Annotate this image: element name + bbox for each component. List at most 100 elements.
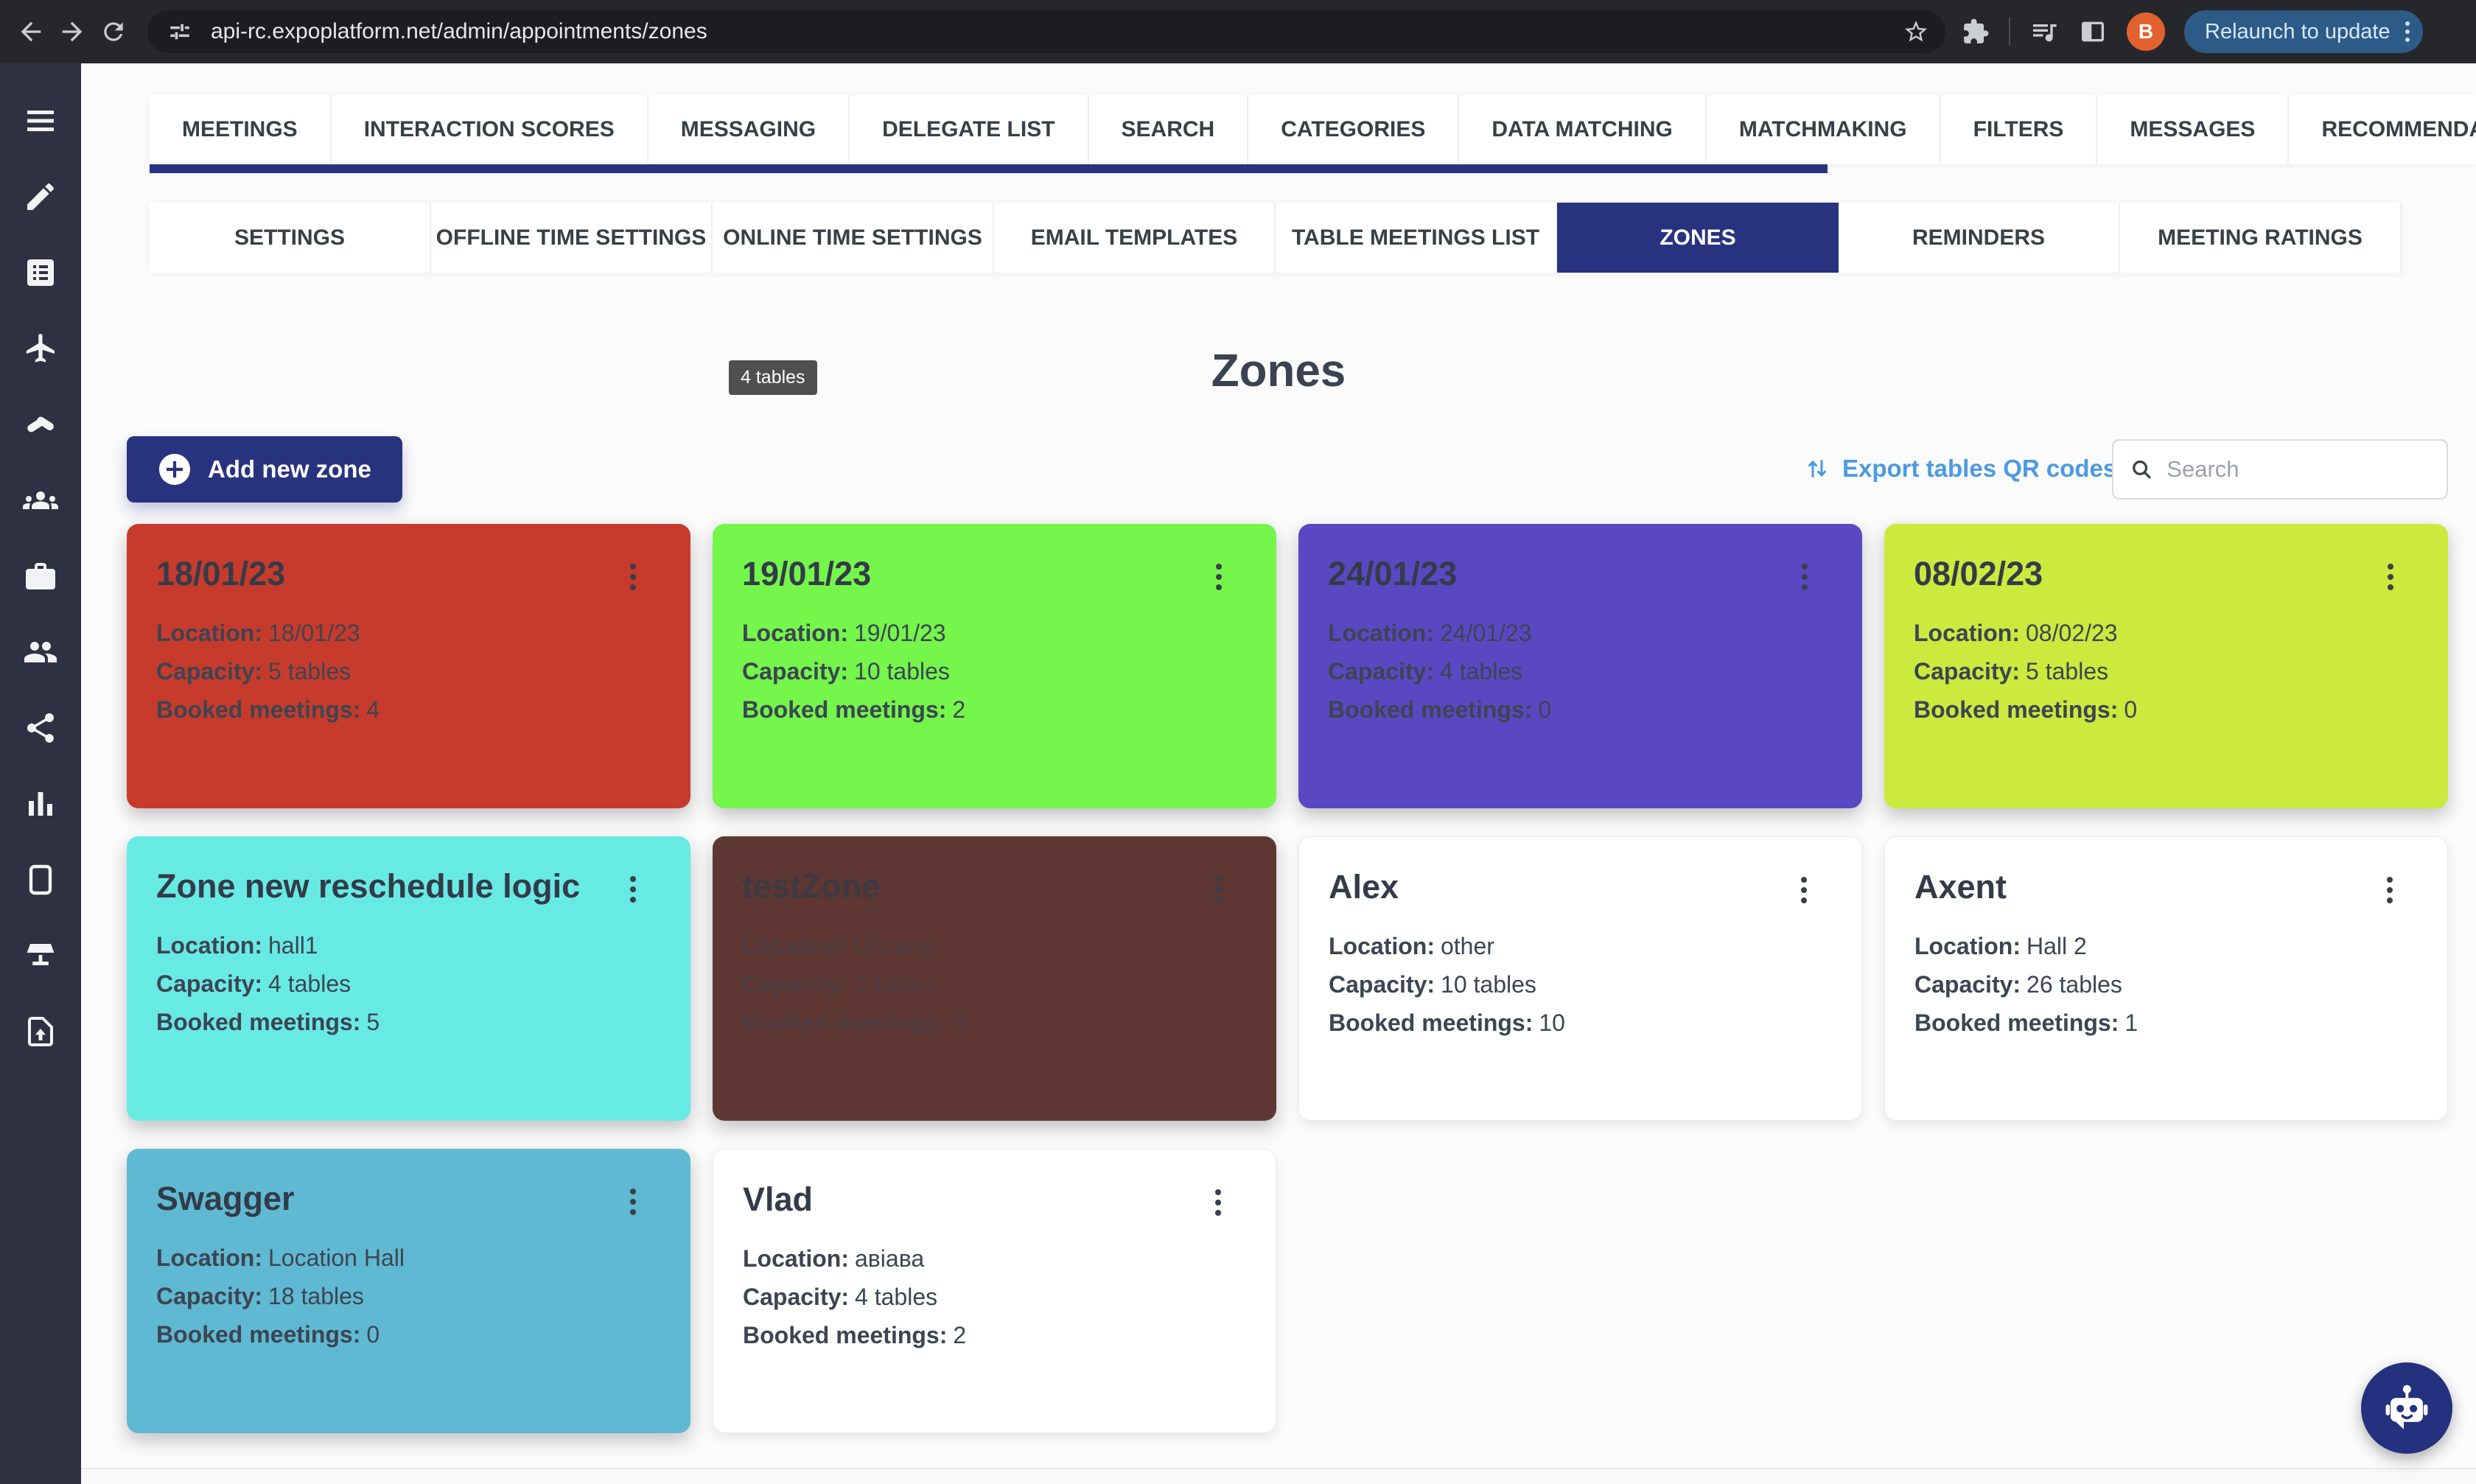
nav-scroll-indicator[interactable] (150, 164, 1828, 173)
sidebar-item-analytics[interactable] (0, 766, 81, 841)
zone-booked-meetings: 2 (953, 1322, 966, 1348)
tune-icon (167, 19, 192, 44)
sidebar-item-edit[interactable] (0, 158, 81, 234)
zone-menu-icon[interactable] (1204, 869, 1234, 910)
extensions-icon[interactable] (1962, 18, 1990, 46)
url-text[interactable]: api-rc.expoplatform.net/admin/appointmen… (211, 19, 1903, 44)
zone-name: 08/02/23 (1914, 555, 2419, 593)
sidebar-item-attendees[interactable] (0, 614, 81, 690)
tab-meeting-ratings[interactable]: MEETING RATINGS (2120, 203, 2402, 273)
tab-meetings[interactable]: MEETINGS (150, 95, 332, 164)
sidebar-item-menu[interactable] (0, 83, 81, 158)
zone-details: Location:24/01/23 Capacity:4 tables Book… (1328, 621, 1833, 722)
zone-menu-icon[interactable] (1790, 556, 1819, 598)
zone-booked-meetings: 10 (1539, 1009, 1565, 1036)
tab-zones[interactable]: ZONES (1557, 203, 1839, 273)
tab-messaging[interactable]: MESSAGING (648, 95, 850, 164)
tab-filters[interactable]: FILTERS (1941, 95, 2098, 164)
tab-search[interactable]: SEARCH (1089, 95, 1249, 164)
side-panel-icon[interactable] (2078, 17, 2108, 46)
handshake-icon (23, 407, 58, 442)
zone-location: 18/01/23 (268, 620, 360, 646)
address-bar[interactable]: api-rc.expoplatform.net/admin/appointmen… (147, 10, 1945, 53)
bar-chart-icon (23, 786, 58, 822)
media-controls-icon[interactable] (2029, 17, 2059, 46)
sidebar-item-exhibitors[interactable] (0, 538, 81, 614)
zone-location: Ukraine (854, 932, 935, 959)
pencil-icon (23, 179, 58, 214)
add-new-zone-button[interactable]: Add new zone (127, 436, 402, 503)
zone-name: 24/01/23 (1328, 555, 1833, 593)
tab-table-meetings-list[interactable]: TABLE MEETINGS LIST (1276, 203, 1557, 273)
tab-reminders[interactable]: REMINDERS (1839, 203, 2120, 273)
briefcase-icon (23, 559, 58, 594)
zone-menu-icon[interactable] (618, 1181, 648, 1222)
zone-card: 19/01/23 Location:19/01/23 Capacity:10 t… (713, 524, 1276, 808)
search-input[interactable] (2166, 456, 2430, 483)
relaunch-to-update-button[interactable]: Relaunch to update (2184, 10, 2423, 53)
tab-delegate-list[interactable]: DELEGATE LIST (850, 95, 1088, 164)
browser-menu-icon[interactable] (2405, 18, 2410, 46)
tab-settings[interactable]: SETTINGS (150, 203, 431, 273)
zone-menu-icon[interactable] (1204, 556, 1234, 598)
zone-details: Location:Hall 2 Capacity:26 tables Booke… (1914, 934, 2418, 1035)
sidebar-item-mobile-app[interactable] (0, 841, 81, 917)
tab-online-time-settings[interactable]: ONLINE TIME SETTINGS (713, 203, 994, 273)
chatbot-button[interactable] (2361, 1362, 2452, 1454)
tab-interaction-scores[interactable]: INTERACTION SCORES (332, 95, 648, 164)
zone-capacity: 4 tables (1440, 658, 1522, 685)
sidebar-item-import[interactable] (0, 993, 81, 1069)
search-icon (2130, 456, 2153, 483)
sidebar-item-matchmaking[interactable] (0, 386, 81, 462)
zone-booked-meetings: 5 (366, 1009, 380, 1035)
tab-recommendations[interactable]: RECOMMENDATIONS (2289, 95, 2476, 164)
zone-menu-icon[interactable] (2376, 556, 2405, 598)
app-sidebar (0, 63, 81, 1484)
add-new-zone-label: Add new zone (208, 455, 371, 483)
tab-offline-time-settings[interactable]: OFFLINE TIME SETTINGS (431, 203, 713, 273)
export-qr-codes-link[interactable]: Export tables QR codes (1804, 439, 2116, 498)
zone-capacity: 4 tables (268, 970, 351, 997)
zone-booked-meetings: 2 (952, 696, 965, 723)
sidebar-item-stands[interactable] (0, 917, 81, 993)
zone-menu-icon[interactable] (1203, 1182, 1233, 1223)
tab-categories[interactable]: CATEGORIES (1248, 95, 1459, 164)
zone-details: Location:hall1 Capacity:4 tables Booked … (156, 934, 661, 1035)
primary-nav: MEETINGS INTERACTION SCORES MESSAGING DE… (150, 95, 2476, 164)
refresh-button[interactable] (93, 11, 134, 52)
zone-booked-meetings: 0 (366, 1321, 380, 1348)
site-info-button[interactable] (164, 15, 196, 48)
sidebar-item-sharing[interactable] (0, 690, 81, 766)
tab-messages[interactable]: MESSAGES (2097, 95, 2289, 164)
zone-details: Location:19/01/23 Capacity:10 tables Boo… (742, 621, 1247, 722)
back-button[interactable] (10, 11, 52, 52)
zone-details: Location:18/01/23 Capacity:5 tables Book… (156, 621, 661, 722)
sidebar-item-travel[interactable] (0, 310, 81, 386)
zone-location: 08/02/23 (2026, 620, 2118, 646)
tab-data-matching[interactable]: DATA MATCHING (1459, 95, 1707, 164)
zone-name: Axent (1914, 868, 2418, 906)
zone-menu-icon[interactable] (2375, 869, 2405, 911)
zone-capacity: 26 tables (2026, 971, 2122, 998)
zone-name: 19/01/23 (742, 555, 1247, 593)
zone-capacity: 10 tables (854, 658, 950, 685)
back-arrow-icon (16, 17, 46, 46)
tab-email-templates[interactable]: EMAIL TEMPLATES (994, 203, 1276, 273)
zone-menu-icon[interactable] (1789, 869, 1819, 911)
zone-menu-icon[interactable] (618, 869, 648, 910)
profile-avatar[interactable]: B (2127, 13, 2165, 51)
zone-capacity: 1 tables (854, 970, 937, 997)
zone-name: 18/01/23 (156, 555, 661, 593)
tab-matchmaking[interactable]: MATCHMAKING (1707, 95, 1941, 164)
zone-card: 08/02/23 Location:08/02/23 Capacity:5 ta… (1884, 524, 2448, 808)
sidebar-item-event-list[interactable] (0, 234, 81, 310)
forward-button[interactable] (52, 11, 93, 52)
zone-location: hall1 (268, 932, 318, 959)
zone-menu-icon[interactable] (618, 556, 648, 598)
zone-name: Zone new reschedule logic (156, 867, 661, 906)
zone-details: Location:авіава Capacity:4 tables Booked… (743, 1247, 1246, 1348)
bookmark-star-icon[interactable] (1903, 18, 1929, 45)
zone-details: Location:Location Hall Capacity:18 table… (156, 1246, 661, 1347)
sidebar-item-groups[interactable] (0, 462, 81, 538)
zone-card: Swagger Location:Location Hall Capacity:… (127, 1149, 690, 1433)
